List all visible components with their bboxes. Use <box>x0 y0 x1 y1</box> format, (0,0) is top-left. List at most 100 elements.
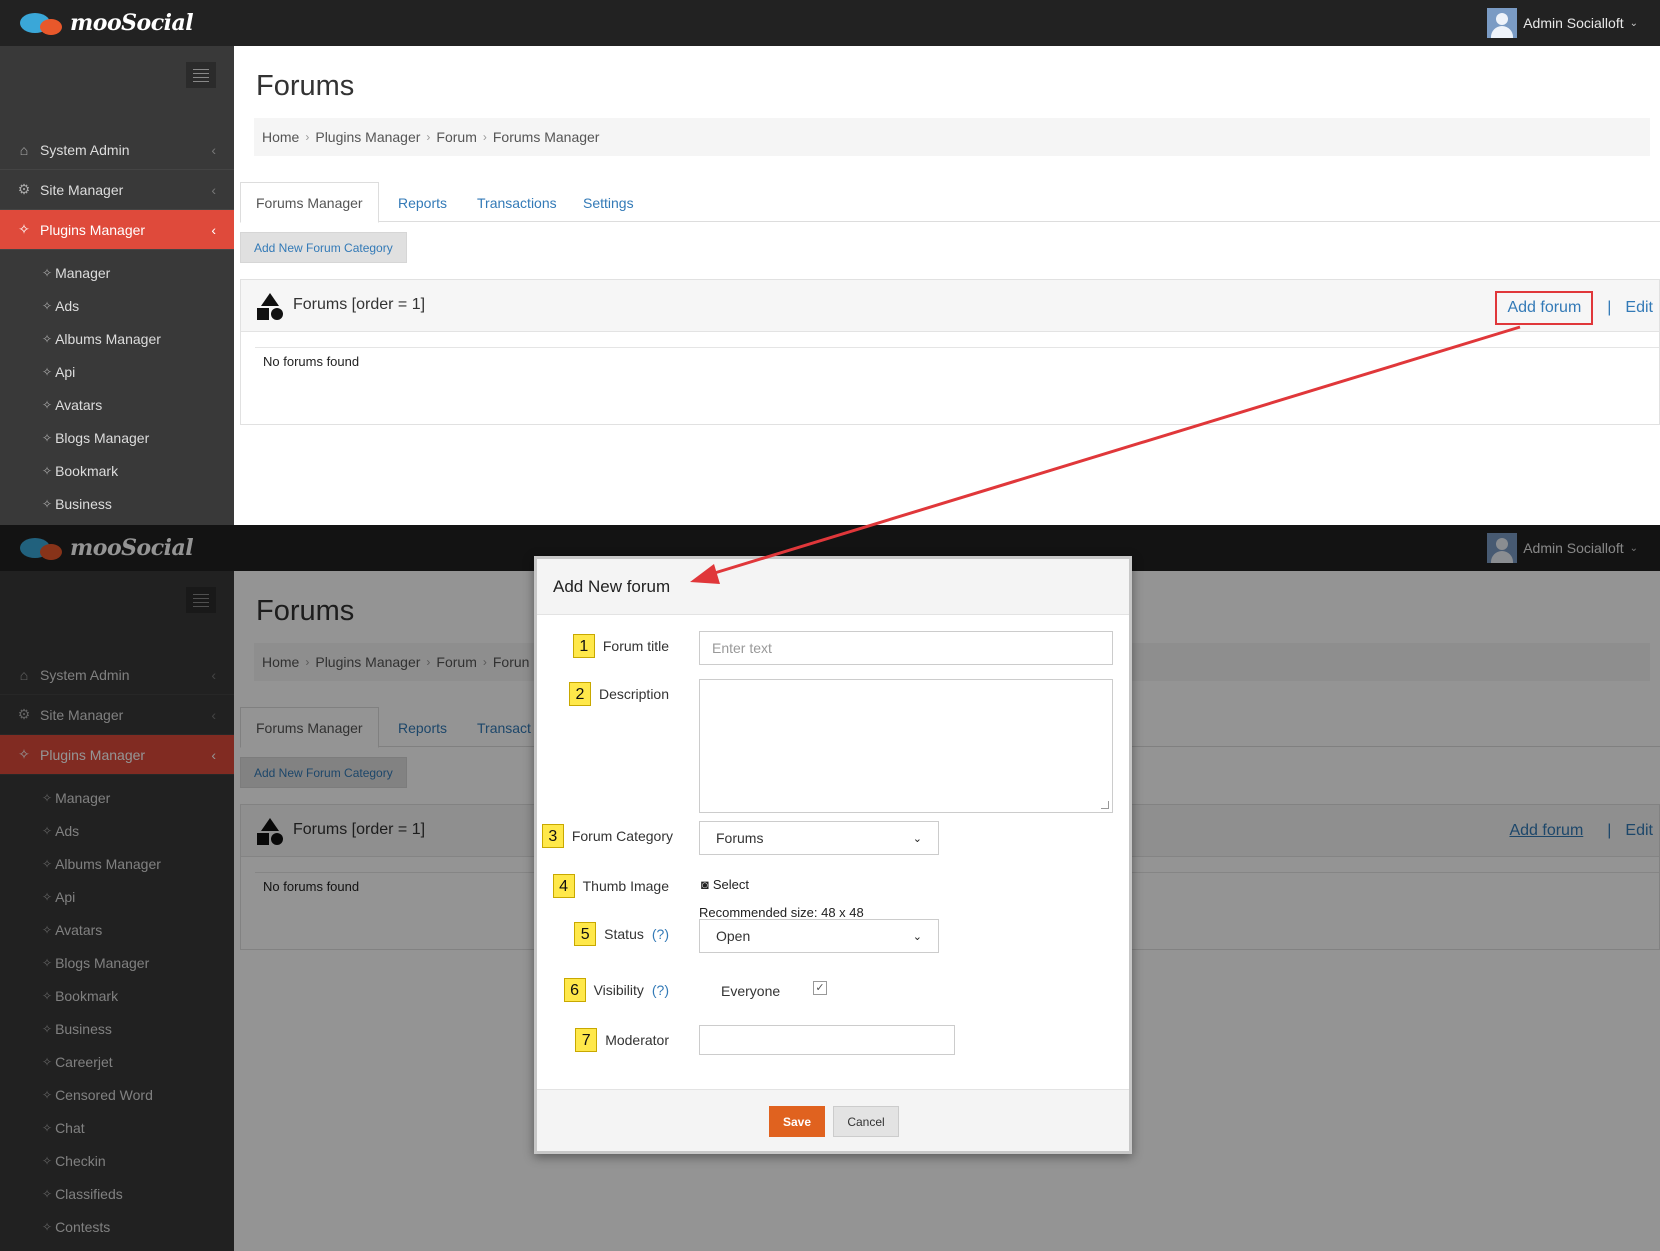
edit-link[interactable]: Edit <box>1625 299 1653 317</box>
cancel-button[interactable]: Cancel <box>833 1106 899 1137</box>
sidebar-menu: ⌂ System Admin ‹ ⚙ Site Manager ‹ ✧ Plugins M… <box>0 130 234 520</box>
breadcrumb-forums-manager: Forums Manager <box>492 129 600 145</box>
tab-bar: Forums Manager Reports Transactions Sett… <box>240 182 1660 223</box>
puzzle-icon: ✧ <box>42 397 53 412</box>
resize-grip-icon[interactable] <box>1101 801 1109 809</box>
field-label: 2 Description <box>568 679 669 709</box>
divider <box>255 347 1659 348</box>
callout-number: 1 <box>572 634 595 658</box>
chevron-left-icon: ‹ <box>211 141 216 158</box>
add-forum-modal: Add New forum 1 Forum title Enter text 2D… <box>534 556 1132 1154</box>
sidebar-subitem-label: Ads <box>55 297 80 314</box>
sidebar-subitem-label: Bookmark <box>55 462 119 479</box>
gears-icon: ⚙ <box>17 181 31 197</box>
panel-actions: Add forum | Edit <box>1495 291 1653 325</box>
panel-title: Forums [order = 1] <box>293 296 426 313</box>
chevron-right-icon: › <box>305 130 310 144</box>
forum-title-input[interactable]: Enter text <box>699 631 1113 665</box>
select-label: Select <box>712 877 749 892</box>
brand-logo[interactable]: mooSocial <box>18 8 194 38</box>
modal-title: Add New forum <box>553 577 671 596</box>
sidebar-subitem[interactable]: ✧ Ads <box>0 289 234 322</box>
callout-number: 5 <box>574 922 597 946</box>
thumb-select-button[interactable]: ◙ Select <box>701 877 749 892</box>
status-select[interactable]: Open ⌄ <box>699 919 939 953</box>
select-value: Open <box>716 928 751 944</box>
save-button[interactable]: Save <box>769 1106 825 1137</box>
breadcrumb-forum[interactable]: Forum <box>436 129 476 145</box>
sidebar-subitem[interactable]: ✧ Albums Manager <box>0 322 234 355</box>
sidebar-item-plugins-manager[interactable]: ✧ Plugins Manager ‹ <box>0 210 234 250</box>
callout-number: 3 <box>541 824 564 848</box>
field-label-text: Forum Category <box>571 828 673 844</box>
recommended-size: Recommended size: 48 x 48 <box>699 905 864 920</box>
user-menu[interactable]: Admin Socialloft ⌄ <box>1487 8 1638 38</box>
breadcrumb-home[interactable]: Home <box>262 129 299 145</box>
sidebar-item-site-manager[interactable]: ⚙ Site Manager ‹ <box>0 170 234 210</box>
sidebar-subitem[interactable]: ✧ Api <box>0 355 234 388</box>
tab-transactions[interactable]: Transactions <box>462 182 572 223</box>
visibility-everyone-label: Everyone <box>721 983 781 999</box>
avatar <box>1487 8 1518 38</box>
sidebar-subitem[interactable]: ✧ Bookmark <box>0 454 234 487</box>
add-forum-category-button[interactable]: Add New Forum Category <box>240 232 407 263</box>
sidebar-subitem-label: Business <box>55 495 112 512</box>
puzzle-icon: ✧ <box>42 331 53 346</box>
moderator-input[interactable] <box>699 1025 955 1055</box>
shapes-icon <box>257 293 283 321</box>
field-label: 4 Thumb Image <box>552 871 669 901</box>
sidebar-subitem-label: Blogs Manager <box>55 429 150 446</box>
tab-settings[interactable]: Settings <box>568 182 649 223</box>
field-label-text: Visibility <box>593 982 644 998</box>
top-navbar: mooSocial Admin Socialloft ⌄ <box>0 0 1660 46</box>
field-label: 6 Visibility (?) <box>563 975 669 1005</box>
puzzle-icon: ✧ <box>18 221 30 237</box>
help-link[interactable]: (?) <box>652 926 669 942</box>
forum-category-select[interactable]: Forums ⌄ <box>699 821 939 855</box>
callout-number: 2 <box>568 682 591 706</box>
brand-name: mooSocial <box>70 10 194 36</box>
sidebar-subitem[interactable]: ✧ Business <box>0 487 234 520</box>
sidebar-toggle-button[interactable] <box>186 62 216 88</box>
callout-number: 6 <box>563 978 586 1002</box>
sidebar-subitem[interactable]: ✧ Blogs Manager <box>0 421 234 454</box>
modal-header: Add New forum <box>537 559 1129 615</box>
callout-number: 7 <box>575 1028 598 1052</box>
field-label: 3 Forum Category <box>541 821 673 851</box>
speech-bubbles-icon <box>18 9 68 37</box>
tab-reports[interactable]: Reports <box>383 182 462 223</box>
breadcrumb-plugins-manager[interactable]: Plugins Manager <box>315 129 420 145</box>
chevron-down-icon: ⌄ <box>1629 17 1638 29</box>
puzzle-icon: ✧ <box>42 430 53 445</box>
chevron-right-icon: › <box>426 130 431 144</box>
field-label-text: Description <box>598 686 669 702</box>
sidebar-subitem-label: Albums Manager <box>55 330 161 347</box>
sidebar-subitem[interactable]: ✧ Avatars <box>0 388 234 421</box>
sidebar-item-system-admin[interactable]: ⌂ System Admin ‹ <box>0 130 234 170</box>
sidebar: ⌂ System Admin ‹ ⚙ Site Manager ‹ ✧ Plugins M… <box>0 46 234 525</box>
puzzle-icon: ✧ <box>42 298 53 313</box>
modal-footer: Save Cancel <box>537 1089 1129 1151</box>
callout-number: 4 <box>552 874 575 898</box>
puzzle-icon: ✧ <box>42 463 53 478</box>
chevron-down-icon: ⌄ <box>912 930 922 943</box>
chevron-left-icon: ‹ <box>211 221 216 238</box>
help-link[interactable]: (?) <box>652 982 669 998</box>
plugins-submenu: ✧ Manager ✧ Ads ✧ Albums Manager ✧ Api ✧ Avatars ✧… <box>0 250 234 520</box>
description-textarea[interactable] <box>699 679 1113 813</box>
visibility-everyone-checkbox[interactable]: ✓ <box>813 981 827 995</box>
empty-message: No forums found <box>263 354 360 369</box>
add-forum-link[interactable]: Add forum <box>1495 291 1594 325</box>
sidebar-item-label: Site Manager <box>40 181 124 198</box>
tab-forums-manager[interactable]: Forums Manager <box>240 182 379 223</box>
sidebar-item-label: System Admin <box>40 141 130 158</box>
puzzle-icon: ✧ <box>42 496 53 511</box>
chevron-down-icon: ⌄ <box>912 832 922 845</box>
screenshot-top: mooSocial Admin Socialloft ⌄ ⌂ System Adm… <box>0 0 1660 525</box>
user-name: Admin Socialloft <box>1523 15 1624 31</box>
sidebar-subitem-label: Avatars <box>55 396 103 413</box>
sidebar-subitem[interactable]: ✧ Manager <box>0 256 234 289</box>
breadcrumb: Home › Plugins Manager › Forum › Forums Man… <box>254 118 1650 156</box>
sidebar-subitem-label: Api <box>55 363 76 380</box>
field-label: 5 Status (?) <box>574 919 669 949</box>
